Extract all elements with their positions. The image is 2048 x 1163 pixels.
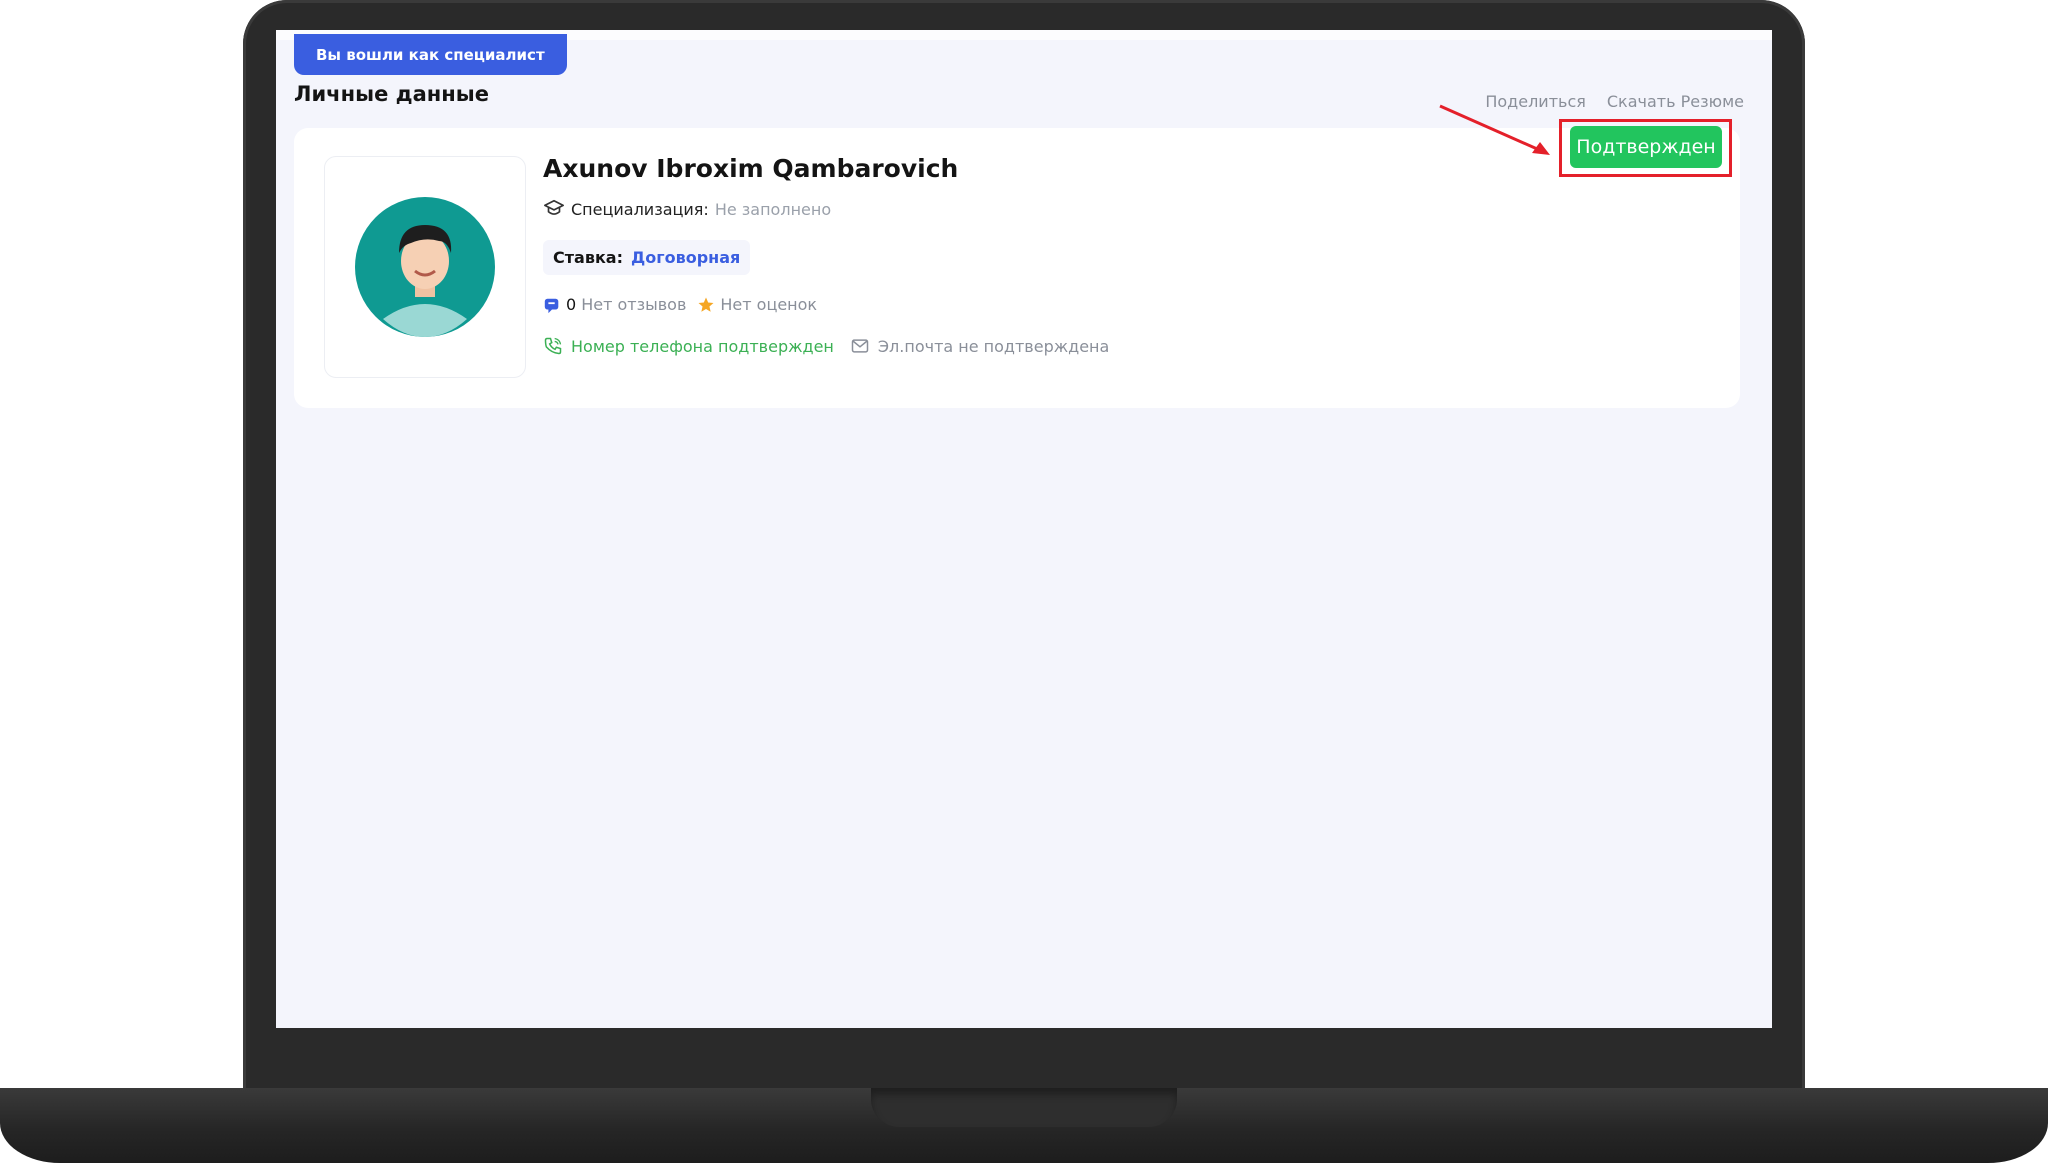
phone-status: Номер телефона подтвержден (571, 336, 834, 356)
download-resume-link[interactable]: Скачать Резюме (1607, 92, 1744, 111)
reviews-text: Нет отзывов (581, 295, 687, 314)
graduation-cap-icon (544, 199, 564, 215)
star-icon (698, 297, 714, 312)
specialization-value: Не заполнено (714, 199, 832, 219)
avatar (324, 156, 526, 378)
mail-icon (851, 339, 869, 353)
reviews-icon (544, 298, 559, 313)
reviews-count: 0 (566, 295, 577, 314)
rate-label: Ставка: (553, 248, 623, 267)
confirm-highlight: Подтвержден (1559, 119, 1732, 177)
screen: Вы вошли как специалист Личные данные По… (276, 30, 1772, 1028)
specialization-label: Специализация: (571, 199, 709, 219)
role-badge: Вы вошли как специалист (294, 34, 567, 75)
rate-chip: Ставка: Договорная (543, 240, 751, 275)
laptop-notch (871, 1088, 1177, 1127)
reviews-row: 0 Нет отзывов Нет оценок (543, 295, 817, 314)
red-arrow-icon (1439, 104, 1550, 155)
phone-icon (544, 337, 562, 355)
profile-name: Axunov Ibroxim Qambarovich (543, 154, 959, 183)
rate-value: Договорная (631, 248, 741, 267)
ratings-text: Нет оценок (720, 295, 818, 314)
confirmed-status-button[interactable]: Подтвержден (1570, 126, 1722, 168)
email-status: Эл.почта не подтверждена (877, 336, 1110, 356)
verification-row: Номер телефона подтвержден Эл.почта не п… (543, 336, 1109, 356)
specialization-row: Специализация: Не заполнено (543, 198, 831, 220)
avatar-illustration (355, 197, 495, 337)
section-title: Личные данные (294, 82, 490, 106)
profile-card: Axunov Ibroxim Qambarovich Специализация… (294, 128, 1740, 408)
